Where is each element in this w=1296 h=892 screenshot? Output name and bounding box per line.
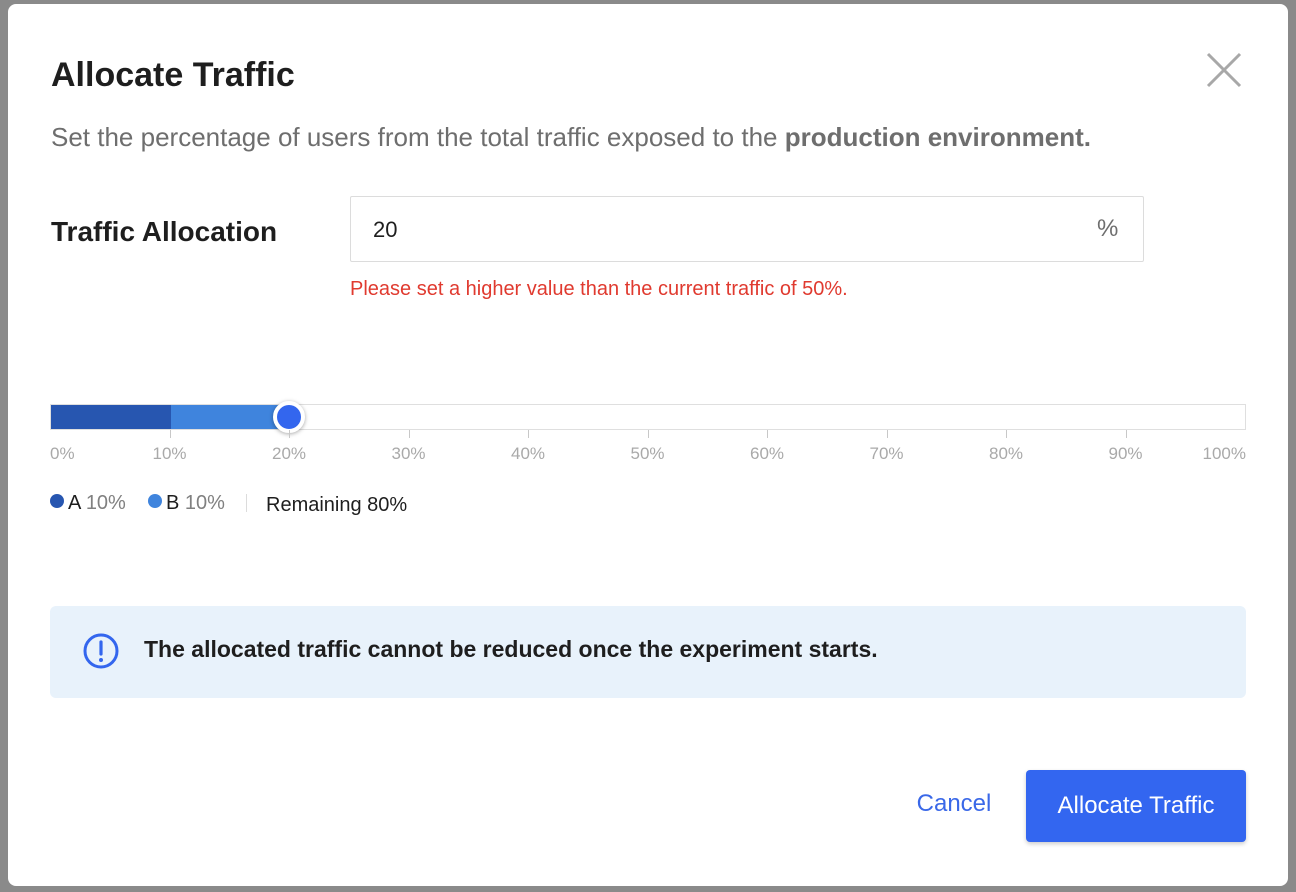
slider-scale: 0% 10% 20% 30% 40% 50% 60% 70% 80% 90% 100% — [50, 430, 1246, 470]
slider-tick-label: 30% — [391, 444, 426, 463]
legend-dot-a — [50, 494, 64, 508]
slider-tick-label: 0% — [50, 444, 75, 463]
slider-tick — [169, 430, 171, 438]
legend-value-a: 10% — [85, 492, 126, 514]
slider-tick — [886, 430, 888, 438]
allocate-traffic-button[interactable]: Allocate Traffic — [1026, 770, 1246, 842]
slider-tick-label: 40% — [510, 444, 546, 463]
slider-tick — [408, 430, 410, 438]
slider-segment-a — [51, 405, 171, 429]
subtitle-text: Set the percentage of users from the tot… — [51, 122, 785, 152]
legend-name-a: A — [68, 492, 81, 514]
info-icon — [83, 633, 119, 669]
slider-tick-label: 60% — [749, 444, 785, 463]
slider-tick — [1125, 430, 1127, 438]
legend-name-b: B — [166, 492, 180, 514]
slider-tick-label: 100% — [1202, 444, 1246, 463]
traffic-allocation-label: Traffic Allocation — [51, 216, 278, 247]
slider-tick-label: 50% — [630, 444, 665, 463]
slider-tick-label: 90% — [1108, 444, 1143, 463]
slider-tick — [1006, 430, 1007, 438]
allocate-traffic-dialog: Allocate Traffic Set the percentage of u… — [8, 4, 1288, 886]
cancel-button[interactable]: Cancel — [904, 776, 1004, 832]
slider-thumb[interactable] — [273, 401, 306, 433]
slider-tick-label: 20% — [271, 444, 307, 463]
traffic-allocation-input[interactable] — [371, 209, 1055, 251]
slider-tick-label: 80% — [988, 444, 1024, 463]
percent-suffix: % — [1097, 215, 1119, 242]
slider-tick — [289, 430, 290, 438]
subtitle-emphasis: production environment. — [784, 122, 1091, 152]
legend-item-b: B 10% — [148, 492, 225, 515]
info-banner: The allocated traffic cannot be reduced … — [50, 606, 1246, 698]
slider-tick — [528, 430, 529, 438]
info-message: The allocated traffic cannot be reduced … — [144, 636, 878, 662]
traffic-allocation-field[interactable]: % — [350, 196, 1144, 262]
slider-tick — [647, 430, 649, 438]
dialog-subtitle: Set the percentage of users from the tot… — [51, 122, 1091, 153]
slider-tick — [767, 430, 768, 438]
legend-dot-b — [148, 494, 162, 508]
legend-divider — [246, 494, 247, 512]
legend-item-a: A 10% — [50, 492, 126, 515]
validation-error: Please set a higher value than the curre… — [350, 278, 848, 300]
traffic-slider[interactable] — [50, 401, 1246, 433]
legend-value-b: 10% — [184, 492, 225, 514]
remaining-traffic: Remaining 80% — [266, 494, 408, 516]
slider-tick-label: 10% — [152, 444, 187, 463]
slider-tick-label: 70% — [869, 444, 904, 463]
close-icon — [1206, 52, 1242, 88]
close-button[interactable] — [1204, 50, 1244, 90]
dialog-title: Allocate Traffic — [51, 56, 295, 94]
